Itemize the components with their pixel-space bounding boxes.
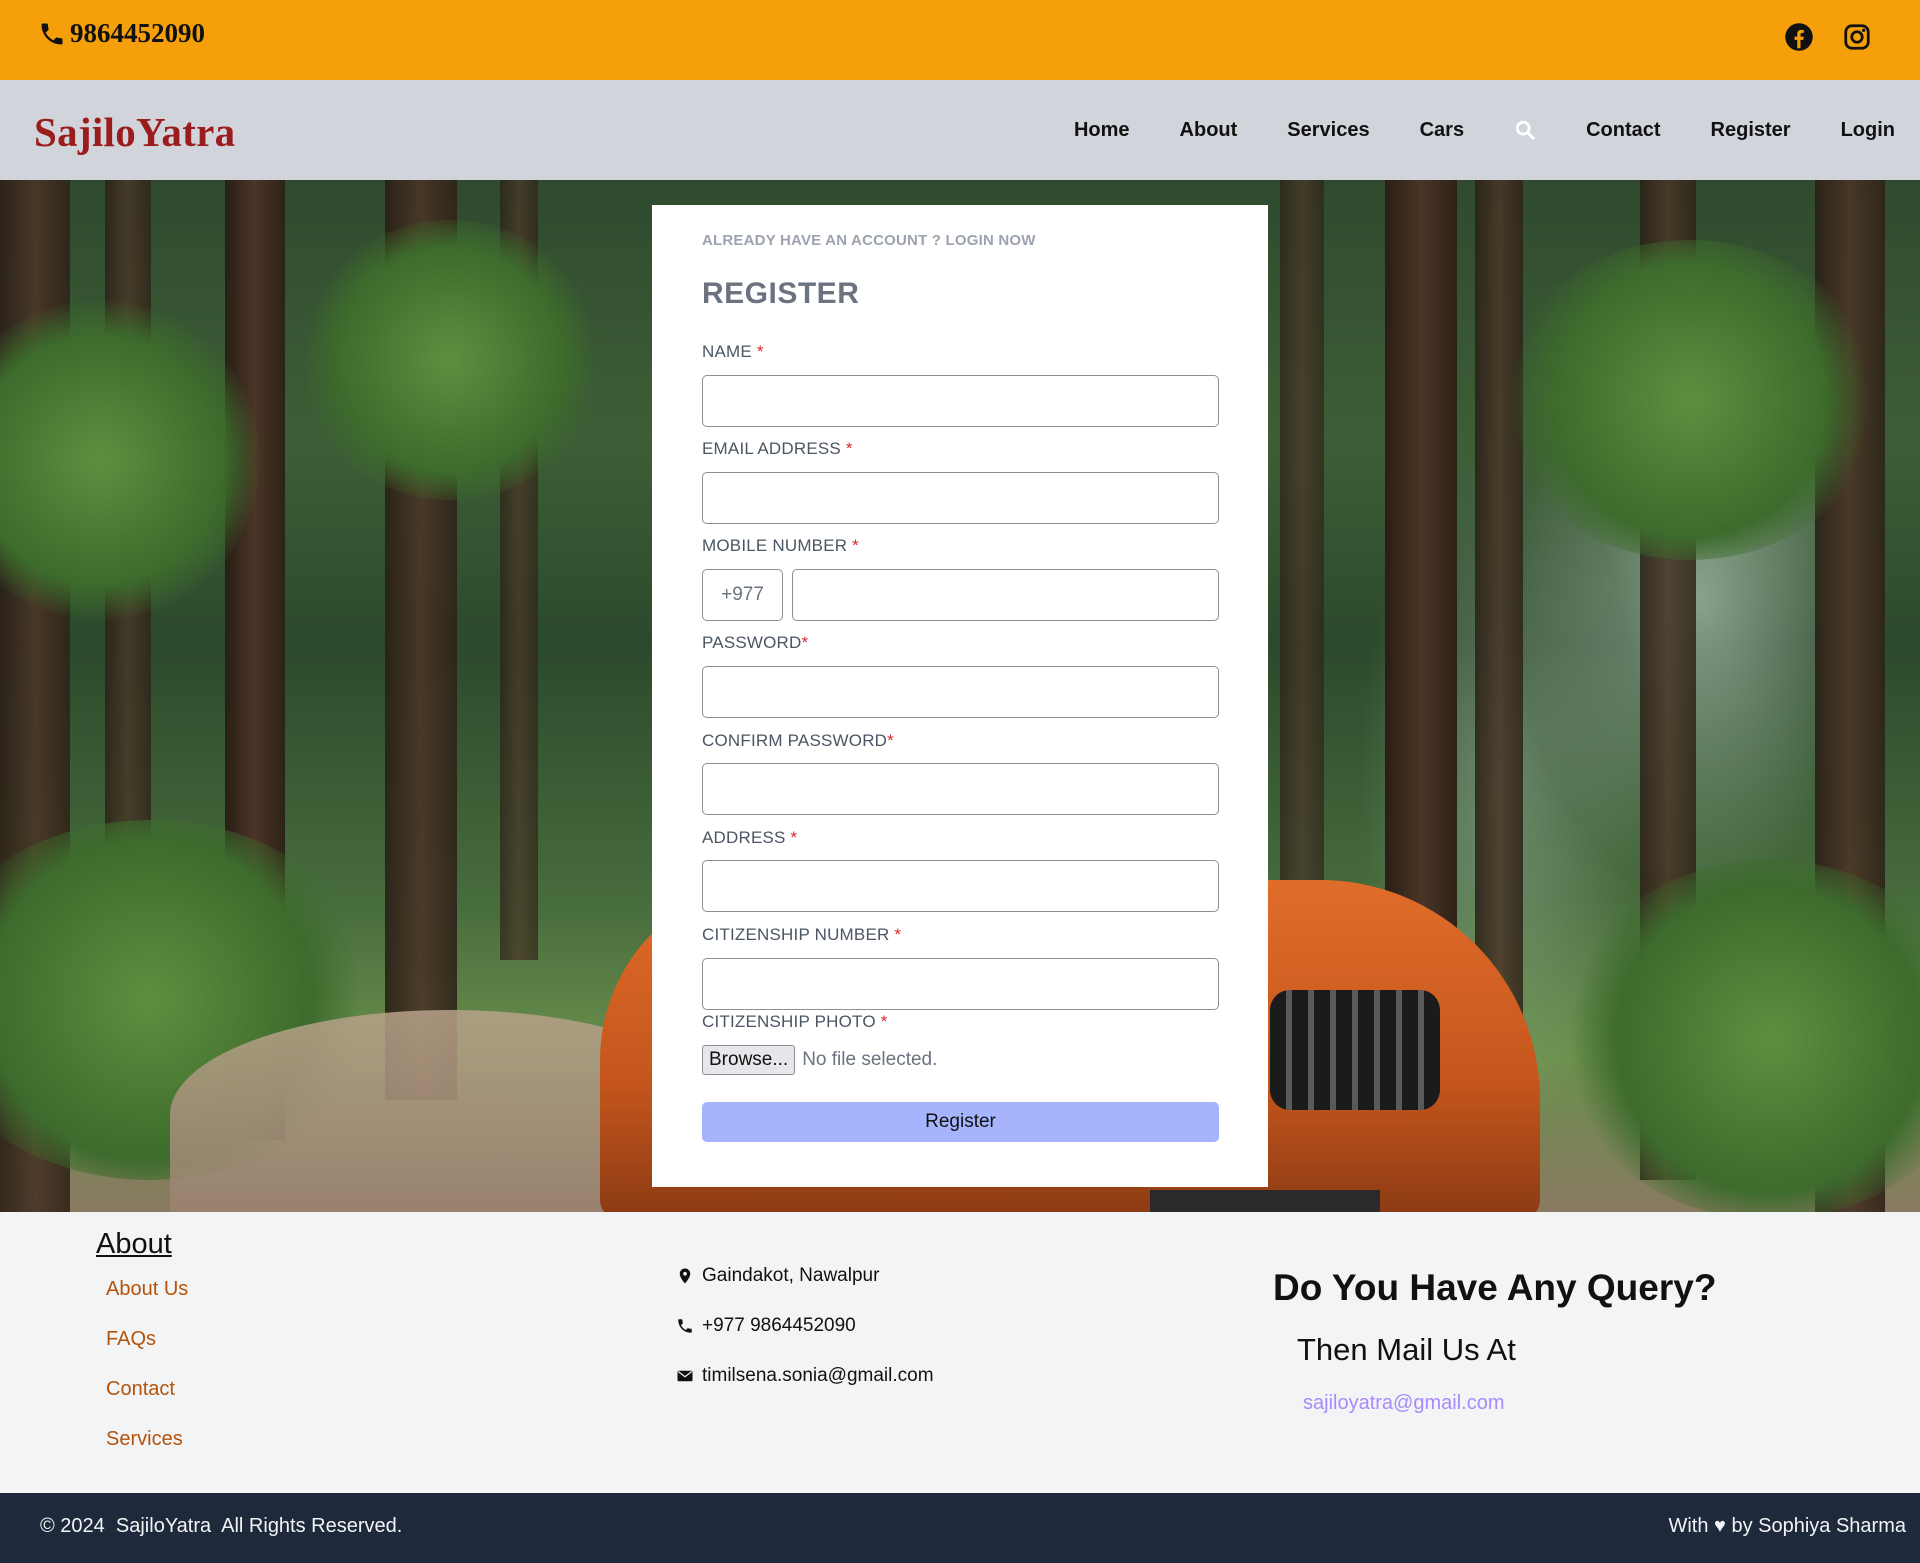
- location-pin-icon: [679, 1268, 691, 1284]
- address-label: ADDRESS *: [702, 828, 798, 847]
- email-input[interactable]: [702, 472, 1219, 524]
- search-icon[interactable]: [1514, 119, 1536, 141]
- no-file-text: No file selected.: [802, 1049, 938, 1070]
- top-phone-number: 9864452090: [70, 18, 205, 48]
- citizenship-number-label: CITIZENSHIP NUMBER *: [702, 925, 902, 944]
- footer-link-faqs[interactable]: FAQs: [106, 1328, 156, 1351]
- mobile-input[interactable]: [792, 569, 1219, 621]
- register-title: REGISTER: [702, 277, 860, 310]
- instagram-icon[interactable]: [1842, 22, 1872, 52]
- country-code-field[interactable]: +977: [702, 569, 783, 621]
- mobile-label: MOBILE NUMBER *: [702, 536, 859, 555]
- nav-services[interactable]: Services: [1262, 119, 1394, 142]
- register-form-card: ALREADY HAVE AN ACCOUNT ? LOGIN NOW REGI…: [652, 205, 1268, 1187]
- footer-email[interactable]: timilsena.sonia@gmail.com: [676, 1365, 934, 1387]
- top-phone[interactable]: 9864452090: [38, 18, 205, 49]
- brand-logo[interactable]: SajiloYatra: [34, 108, 235, 156]
- main-navbar: SajiloYatra Home About Services Cars Con…: [0, 80, 1920, 180]
- social-links: [1784, 22, 1872, 52]
- copyright-bar: © 2024 SajiloYatra All Rights Reserved. …: [0, 1493, 1920, 1563]
- footer-link-services[interactable]: Services: [106, 1428, 183, 1451]
- query-heading: Do You Have Any Query?: [1273, 1267, 1717, 1308]
- name-label: NAME *: [702, 342, 764, 361]
- footer-address: Gaindakot, Nawalpur: [676, 1265, 879, 1287]
- confirm-password-input[interactable]: [702, 763, 1219, 815]
- facebook-icon[interactable]: [1784, 22, 1814, 52]
- footer-link-contact[interactable]: Contact: [106, 1378, 175, 1401]
- footer-link-about-us[interactable]: About Us: [106, 1278, 188, 1301]
- password-label: PASSWORD*: [702, 633, 809, 652]
- citizenship-number-input[interactable]: [702, 958, 1219, 1010]
- nav-login[interactable]: Login: [1816, 119, 1920, 142]
- copyright-text: © 2024 SajiloYatra All Rights Reserved.: [40, 1515, 403, 1537]
- name-input[interactable]: [702, 375, 1219, 427]
- query-email-link[interactable]: sajiloyatra@gmail.com: [1303, 1392, 1504, 1415]
- nav-cars[interactable]: Cars: [1395, 119, 1489, 142]
- footer: About About Us FAQs Contact Services Gai…: [0, 1212, 1920, 1493]
- citizenship-photo-upload: Browse... No file selected.: [702, 1045, 937, 1075]
- phone-icon: [678, 1319, 692, 1333]
- register-submit-button[interactable]: Register: [702, 1102, 1219, 1142]
- nav-menu: Home About Services Cars Contact Registe…: [1049, 80, 1920, 180]
- envelope-icon: [677, 1370, 693, 1382]
- top-bar: 9864452090: [0, 0, 1920, 80]
- nav-home[interactable]: Home: [1049, 119, 1155, 142]
- footer-phone[interactable]: +977 9864452090: [676, 1315, 856, 1337]
- password-input[interactable]: [702, 666, 1219, 718]
- confirm-password-label: CONFIRM PASSWORD*: [702, 731, 894, 750]
- address-input[interactable]: [702, 860, 1219, 912]
- email-label: EMAIL ADDRESS *: [702, 439, 853, 458]
- citizenship-photo-label: CITIZENSHIP PHOTO *: [702, 1012, 888, 1031]
- nav-about[interactable]: About: [1155, 119, 1263, 142]
- nav-contact[interactable]: Contact: [1561, 119, 1685, 142]
- mail-us-text: Then Mail Us At: [1297, 1332, 1516, 1367]
- phone-icon: [41, 23, 63, 44]
- login-now-link[interactable]: ALREADY HAVE AN ACCOUNT ? LOGIN NOW: [702, 232, 1036, 249]
- credit-text: With ♥ by Sophiya Sharma: [1668, 1515, 1906, 1537]
- footer-about-heading: About: [96, 1228, 172, 1260]
- nav-register[interactable]: Register: [1686, 119, 1816, 142]
- browse-button[interactable]: Browse...: [702, 1045, 796, 1075]
